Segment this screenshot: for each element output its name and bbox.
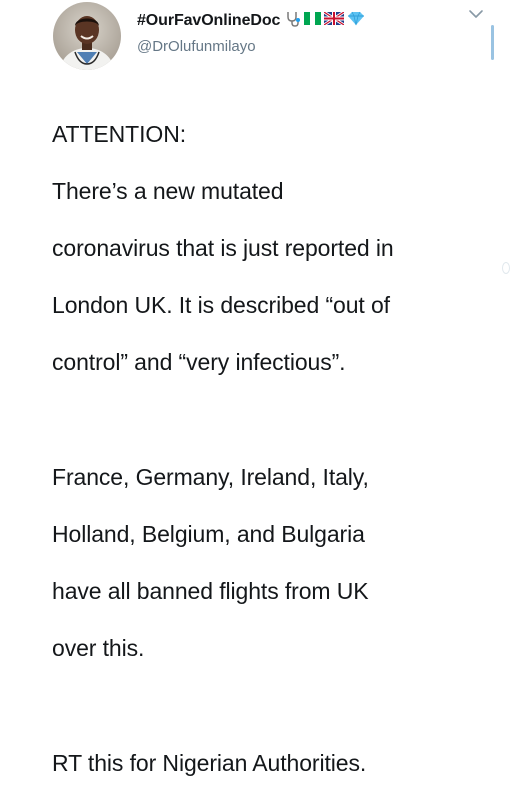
user-handle[interactable]: @DrOlufunmilayo xyxy=(137,38,256,55)
edge-decoration xyxy=(502,262,510,274)
tweet-text-line: RT this for Nigerian Authorities. xyxy=(52,749,367,776)
display-name[interactable]: #OurFavOnlineDoc xyxy=(137,12,280,30)
tweet-text-line: ATTENTION: xyxy=(52,120,187,147)
tweet-text-line: control” and “very infectious”. xyxy=(52,349,346,376)
tweet-text-line: coronavirus that is just reported in xyxy=(52,234,394,261)
tweet-text-line: There’s a new mutated xyxy=(52,177,284,204)
name-badges xyxy=(285,10,365,32)
chevron-down-icon[interactable] xyxy=(467,7,485,21)
tweet-text-line: have all banned flights from UK xyxy=(52,578,369,605)
gem-icon xyxy=(347,11,365,31)
tweet-text-line: London UK. It is described “out of xyxy=(52,292,390,319)
uk-flag-icon xyxy=(323,10,346,30)
tweet-text: ATTENTION: There’s a new mutated coronav… xyxy=(52,91,502,806)
nigeria-flag-icon xyxy=(304,12,322,30)
stethoscope-icon xyxy=(285,10,301,32)
tweet-text-line: Holland, Belgium, and Bulgaria xyxy=(52,520,365,547)
scrollbar-thumb[interactable] xyxy=(491,25,494,60)
tweet-text-line: over this. xyxy=(52,635,145,662)
tweet-text-line: France, Germany, Ireland, Italy, xyxy=(52,463,369,490)
avatar[interactable] xyxy=(53,2,121,70)
tweet-card: #OurFavOnlineDoc @DrOlufunmilayo ATTENTI… xyxy=(0,0,510,776)
display-name-row: #OurFavOnlineDoc xyxy=(137,9,365,33)
